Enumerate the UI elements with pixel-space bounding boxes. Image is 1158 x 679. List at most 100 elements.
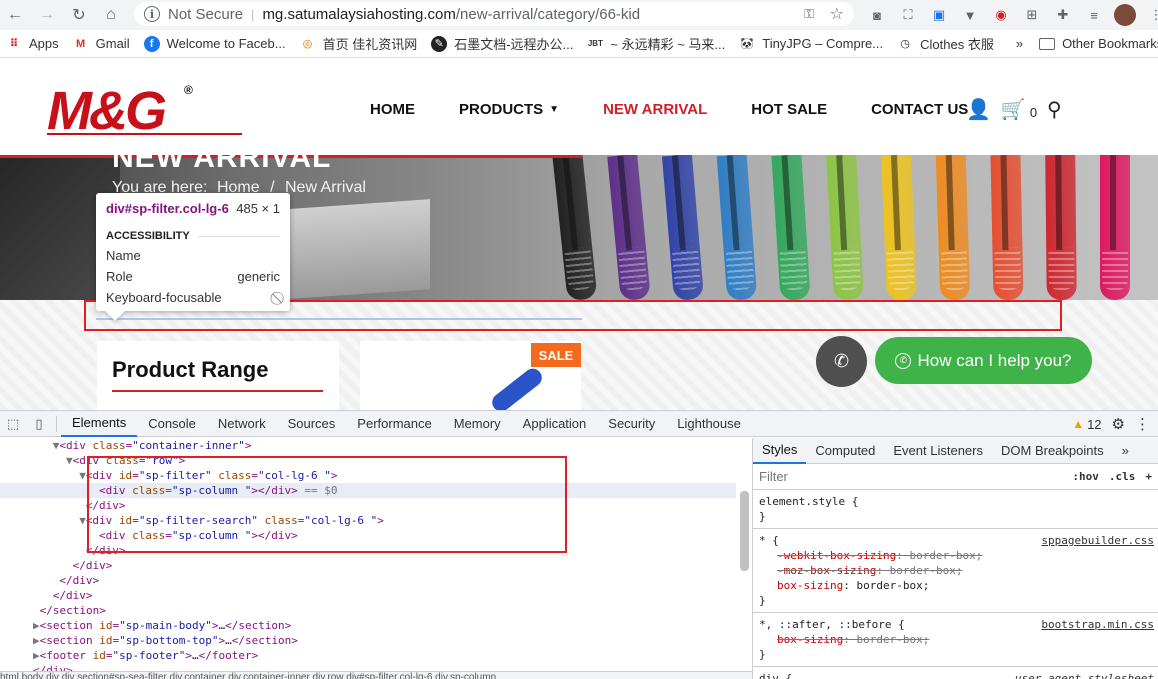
bookmark-gmail[interactable]: M Gmail: [73, 36, 130, 52]
search-icon[interactable]: ⚲: [1047, 97, 1062, 122]
tab-network[interactable]: Network: [207, 411, 277, 437]
reload-icon[interactable]: ↻: [68, 4, 90, 26]
mg-logo[interactable]: M&G ®: [47, 83, 247, 139]
new-rule-button[interactable]: +: [1145, 470, 1152, 483]
cart-icon[interactable]: 🛒: [1001, 97, 1026, 122]
translate-icon[interactable]: ▣: [928, 4, 950, 26]
bookmarks-overflow[interactable]: »: [1016, 36, 1023, 51]
styles-tab-3[interactable]: DOM Breakpoints: [992, 438, 1113, 464]
bookmark-apps[interactable]: ⠿ Apps: [6, 36, 59, 52]
forward-arrow-icon[interactable]: →: [36, 4, 58, 26]
gmail-icon: M: [76, 37, 86, 50]
other-bookmarks[interactable]: Other Bookmarks: [1039, 36, 1158, 51]
styles-tab-0[interactable]: Styles: [753, 438, 807, 464]
bookmark-label: Apps: [29, 36, 59, 51]
dom-node[interactable]: </div>: [0, 558, 736, 573]
bookmark-label: 石墨文档-远程办公...: [454, 37, 574, 52]
dom-node[interactable]: </div>: [0, 663, 736, 671]
opera-icon[interactable]: ◉: [990, 4, 1012, 26]
css-rule[interactable]: div {user agent stylesheetdisplay: block…: [753, 667, 1158, 679]
tab-security[interactable]: Security: [597, 411, 666, 437]
css-property[interactable]: box-sizing: border-box;: [759, 632, 1152, 647]
camera-icon[interactable]: ◙: [866, 4, 888, 26]
dom-node[interactable]: ▶<section id="sp-main-body">…</section>: [0, 618, 736, 633]
nav-products[interactable]: PRODUCTS ▼: [459, 101, 559, 118]
warnings-counter[interactable]: ▲ 12: [1072, 417, 1101, 432]
css-rule[interactable]: element.style {}: [753, 490, 1158, 529]
phone-icon: ✆: [833, 351, 850, 371]
inspect-element-icon[interactable]: ⬚: [0, 411, 26, 437]
url-host: mg.satumalaysiahosting.com: [262, 5, 456, 23]
nav-label: NEW ARRIVAL: [603, 101, 708, 118]
tab-application[interactable]: Application: [512, 411, 598, 437]
cls-toggle[interactable]: .cls: [1109, 470, 1136, 483]
nav-hot-sale[interactable]: HOT SALE: [751, 101, 827, 118]
nav-contact-us[interactable]: CONTACT US: [871, 101, 968, 118]
capture-icon[interactable]: ⛶: [897, 4, 919, 26]
hov-toggle[interactable]: :hov: [1072, 470, 1099, 483]
property-name: box-sizing: [777, 633, 844, 646]
styles-tab-1[interactable]: Computed: [806, 438, 884, 464]
dom-node[interactable]: </div>: [0, 573, 736, 588]
css-property[interactable]: box-sizing: border-box;: [759, 578, 1152, 593]
tab-elements[interactable]: Elements: [61, 411, 138, 437]
product-card[interactable]: SALE: [360, 341, 581, 410]
rule-source-link[interactable]: sppagebuilder.css: [1041, 533, 1154, 548]
menu-icon[interactable]: ⋮: [1145, 4, 1158, 26]
media-icon[interactable]: ≡: [1083, 4, 1105, 26]
rule-source-link[interactable]: user agent stylesheet: [1015, 671, 1154, 679]
dom-node[interactable]: </div>: [0, 588, 736, 603]
css-property[interactable]: -moz-box-sizing: border-box;: [759, 563, 1152, 578]
dom-node[interactable]: ▶<footer id="sp-footer">…</footer>: [0, 648, 736, 663]
styles-pane: Styles Computed Event Listeners DOM Breakpo…: [752, 438, 1158, 679]
tab-performance[interactable]: Performance: [346, 411, 442, 437]
bookmark-cari[interactable]: ◎ 首页 佳礼资讯网: [300, 34, 417, 53]
dom-node[interactable]: ▶<section id="sp-bottom-top">…</section>: [0, 633, 736, 648]
css-property[interactable]: -webkit-box-sizing: border-box;: [759, 548, 1152, 563]
tab-lighthouse[interactable]: Lighthouse: [666, 411, 752, 437]
bookmark-facebook[interactable]: f Welcome to Faceb...: [143, 35, 286, 52]
nav-new-arrival[interactable]: NEW ARRIVAL: [603, 101, 707, 118]
settings-gear-icon[interactable]: ⚙: [1112, 415, 1125, 433]
css-rule[interactable]: * {sppagebuilder.css -webkit-box-sizing: …: [753, 529, 1158, 613]
user-icon[interactable]: 👤: [966, 97, 991, 122]
info-icon[interactable]: i: [144, 6, 160, 22]
call-button[interactable]: ✆: [816, 336, 867, 387]
product-range-title: Product Range: [112, 357, 269, 382]
tooltip-row-name: Name: [106, 248, 280, 263]
tab-memory[interactable]: Memory: [443, 411, 512, 437]
styles-filter-input[interactable]: [759, 469, 1059, 484]
tab-console[interactable]: Console: [137, 411, 207, 437]
styles-tab-4[interactable]: »: [1113, 438, 1138, 464]
css-rule[interactable]: *, ::after, ::before {bootstrap.min.css b…: [753, 613, 1158, 667]
styles-filter-row: :hov .cls +: [753, 464, 1158, 490]
dom-scrollbar[interactable]: [740, 491, 749, 571]
rule-source-link[interactable]: bootstrap.min.css: [1041, 617, 1154, 632]
whatsapp-help-button[interactable]: ✆ How can I help you?: [875, 337, 1092, 384]
profile-avatar[interactable]: [1114, 4, 1136, 26]
address-bar[interactable]: i Not Secure | mg.satumalaysiahosting.co…: [134, 2, 854, 26]
key-icon[interactable]: ⚿: [804, 6, 814, 22]
vpn-icon[interactable]: ▼: [959, 4, 981, 26]
shimo-icon: ✎: [431, 35, 448, 52]
dom-node[interactable]: </section>: [0, 603, 736, 618]
tab-sources[interactable]: Sources: [277, 411, 347, 437]
grid-icon[interactable]: ⊞: [1021, 4, 1043, 26]
product-image: [488, 365, 546, 410]
home-icon[interactable]: ⌂: [100, 4, 122, 26]
styles-tab-2[interactable]: Event Listeners: [884, 438, 992, 464]
star-icon[interactable]: ☆: [830, 4, 844, 24]
breadcrumb-current: New Arrival: [284, 179, 366, 196]
puzzle-icon[interactable]: ✚: [1052, 4, 1074, 26]
dom-breadcrumbs[interactable]: html body div div section#sp-sea-filter …: [0, 671, 752, 679]
bookmark-jbt[interactable]: JBT ~ 永远精彩 ~ 马来...: [587, 34, 725, 53]
nav-home[interactable]: HOME: [370, 101, 415, 118]
back-arrow-icon[interactable]: ←: [4, 4, 26, 26]
device-toolbar-icon[interactable]: ▯: [26, 411, 52, 437]
more-options-icon[interactable]: ⋮: [1135, 415, 1150, 433]
bookmark-clothes[interactable]: ◷ Clothes 衣服: [897, 34, 994, 53]
hero-title: NEW ARRIVAL: [112, 155, 332, 174]
bookmark-tinyjpg[interactable]: 🐼 TinyJPG – Compre...: [739, 36, 883, 52]
bookmark-shimo[interactable]: ✎ 石墨文档-远程办公...: [431, 34, 573, 53]
dom-node[interactable]: ▼<div class="container-inner">: [0, 438, 736, 453]
